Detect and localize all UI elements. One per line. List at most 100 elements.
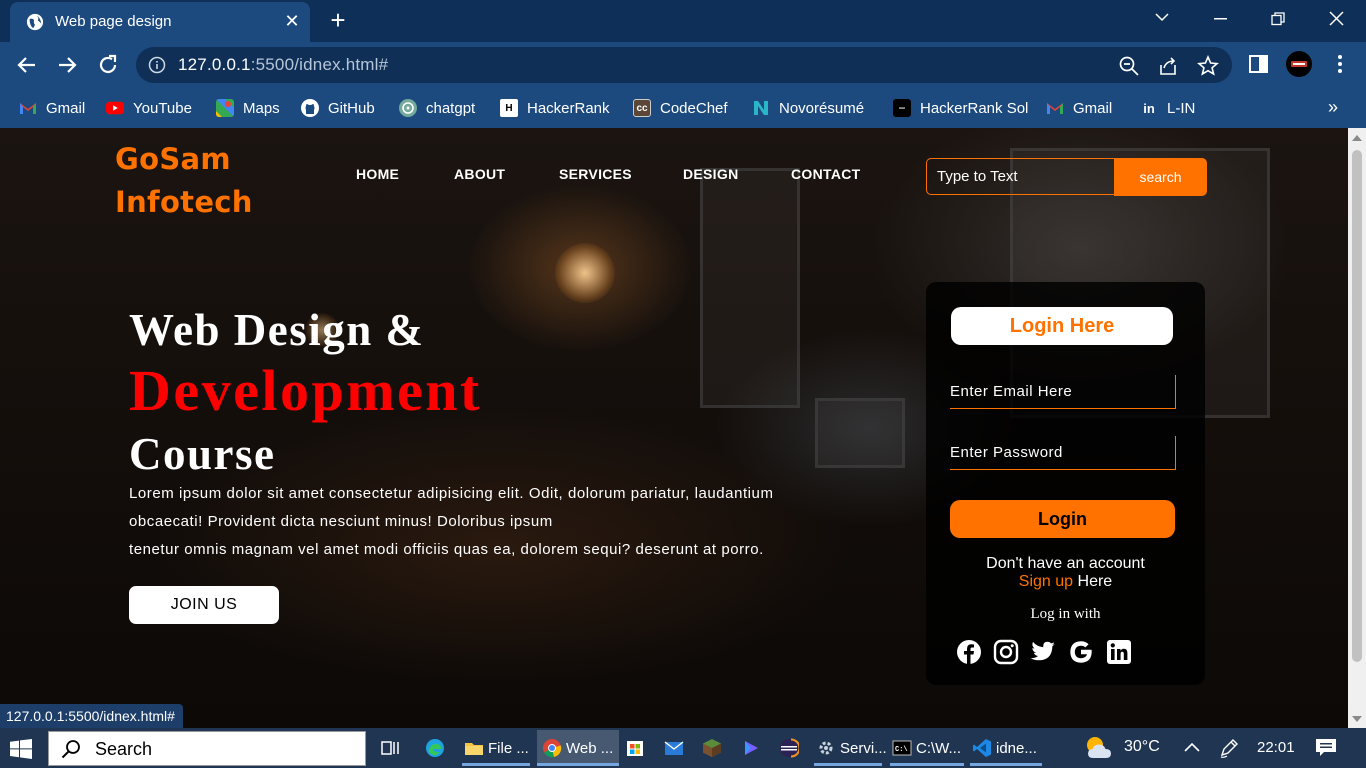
minimize-icon[interactable]	[1214, 18, 1234, 20]
taskbar: Search File ... Web ... Servi... C:\ C:\…	[0, 728, 1366, 768]
store-icon	[627, 741, 643, 756]
globe-icon	[26, 13, 44, 31]
bookmark-gmail[interactable]: Gmail	[19, 97, 85, 119]
tab-strip: Web page design ✕ +	[0, 0, 1366, 42]
bookmarks-overflow-button[interactable]: »	[1328, 97, 1338, 118]
bookmark-hackerrank[interactable]: H HackerRank	[500, 97, 610, 119]
taskbar-power-automate[interactable]	[741, 730, 765, 766]
join-us-button[interactable]: JOIN US	[129, 586, 279, 624]
chatgpt-icon	[399, 99, 417, 117]
bookmark-linkedin[interactable]: in L-IN	[1140, 97, 1195, 119]
hero-title-line1: Web Design &	[129, 305, 425, 355]
site-info-icon[interactable]	[148, 56, 166, 74]
services-icon	[819, 741, 833, 755]
facebook-icon[interactable]	[956, 639, 982, 665]
side-panel-icon[interactable]	[1247, 52, 1271, 76]
forward-icon[interactable]	[54, 52, 80, 78]
login-button[interactable]: Login	[950, 500, 1175, 538]
nav-contact[interactable]: CONTACT	[791, 166, 861, 182]
new-tab-button[interactable]: +	[326, 6, 350, 34]
zoom-out-icon[interactable]	[1118, 55, 1140, 77]
taskbar-edge[interactable]	[425, 730, 449, 766]
reload-icon[interactable]	[95, 52, 121, 78]
taskbar-eclipse[interactable]	[779, 730, 803, 766]
nav-design[interactable]: DESIGN	[683, 166, 738, 182]
taskbar-mail[interactable]	[664, 730, 688, 766]
address-bar[interactable]: 127.0.0.1:5500/idnex.html#	[136, 47, 1232, 83]
weather-icon[interactable]	[1083, 734, 1115, 762]
search-input[interactable]	[926, 158, 1116, 195]
taskbar-file-explorer[interactable]: File ...	[462, 730, 530, 766]
window-close-icon[interactable]	[1329, 11, 1349, 26]
page-viewport: GoSam Infotech HOME ABOUT SERVICES DESIG…	[0, 128, 1348, 728]
taskbar-vscode[interactable]: idne...	[970, 730, 1042, 766]
tray-chevron-up-icon[interactable]	[1184, 741, 1200, 753]
twitter-icon[interactable]	[1030, 639, 1056, 665]
linkedin-icon[interactable]	[1106, 639, 1132, 665]
browser-tab[interactable]: Web page design ✕	[10, 2, 310, 42]
clock-time[interactable]: 22:01	[1257, 739, 1295, 756]
chrome-icon	[543, 739, 562, 758]
bookmark-codechef[interactable]: cc CodeChef	[633, 97, 728, 119]
bookmark-novoresume[interactable]: Novorésumé	[752, 97, 864, 119]
task-view-icon	[381, 741, 399, 755]
site-logo[interactable]: GoSam Infotech	[115, 138, 253, 224]
url-text: 127.0.0.1:5500/idnex.html#	[178, 55, 389, 74]
scroll-thumb[interactable]	[1352, 150, 1362, 662]
tab-search-chevron-icon[interactable]	[1155, 12, 1175, 22]
google-icon[interactable]	[1068, 639, 1094, 665]
search-icon	[61, 740, 80, 759]
github-icon	[301, 99, 319, 117]
notification-icon[interactable]	[1315, 738, 1337, 758]
novoresume-icon	[754, 101, 768, 115]
gmail-icon	[1047, 103, 1063, 114]
bookmark-github[interactable]: GitHub	[301, 97, 375, 119]
taskbar-search[interactable]: Search	[48, 731, 366, 766]
linkedin-icon: in	[1140, 99, 1158, 117]
weather-temperature[interactable]: 30°C	[1124, 738, 1160, 756]
background-window	[700, 168, 800, 408]
tab-title: Web page design	[55, 13, 172, 30]
nav-about[interactable]: ABOUT	[454, 166, 505, 182]
taskbar-store[interactable]	[625, 730, 649, 766]
menu-kebab-icon[interactable]	[1328, 52, 1352, 76]
taskbar-task-view[interactable]	[380, 730, 404, 766]
hero-description: Lorem ipsum dolor sit amet consectetur a…	[129, 485, 774, 558]
bookmarks-bar: Gmail YouTube Maps GitHub chatgpt H Hack…	[0, 88, 1366, 128]
signup-link[interactable]: Sign up	[1019, 573, 1073, 590]
back-icon[interactable]	[14, 52, 40, 78]
taskbar-services[interactable]: Servi...	[814, 730, 887, 766]
bookmark-maps[interactable]: Maps	[216, 97, 280, 119]
bookmark-gmail-2[interactable]: Gmail	[1046, 97, 1112, 119]
instagram-icon[interactable]	[993, 639, 1019, 665]
taskbar-chrome[interactable]: Web ...	[537, 730, 619, 766]
page-scrollbar[interactable]	[1348, 128, 1366, 728]
password-field[interactable]	[950, 436, 1176, 470]
bookmark-hackerrank-sol[interactable]: ▬ HackerRank Sol	[893, 97, 1028, 119]
tab-close-icon[interactable]: ✕	[282, 11, 302, 32]
bookmark-chatgpt[interactable]: chatgpt	[399, 97, 475, 119]
nav-home[interactable]: HOME	[356, 166, 399, 182]
taskbar-cmd[interactable]: C:\ C:\W...	[890, 730, 964, 766]
restore-icon[interactable]	[1271, 12, 1291, 26]
login-with-label: Log in with	[1030, 606, 1101, 622]
vscode-icon	[973, 739, 991, 757]
pen-icon[interactable]	[1218, 737, 1240, 759]
hero-title-line2: Development	[129, 358, 482, 423]
background-monitor	[815, 398, 905, 468]
windows-start-icon[interactable]	[10, 739, 32, 759]
bookmark-youtube[interactable]: YouTube	[106, 97, 192, 119]
scroll-down-arrow[interactable]	[1352, 716, 1362, 722]
taskbar-minecraft[interactable]	[702, 730, 726, 766]
email-field[interactable]	[950, 375, 1176, 409]
login-form: Login Here Login Don't have an account S…	[926, 282, 1205, 685]
search-button[interactable]: search	[1114, 158, 1207, 196]
codechef-icon: cc	[633, 99, 651, 117]
scroll-up-arrow[interactable]	[1352, 135, 1362, 141]
gmail-icon	[20, 103, 36, 114]
nav-services[interactable]: SERVICES	[559, 166, 632, 182]
share-icon[interactable]	[1157, 55, 1179, 77]
bookmark-star-icon[interactable]	[1197, 55, 1219, 77]
youtube-icon	[106, 101, 124, 115]
profile-avatar[interactable]	[1285, 50, 1313, 78]
